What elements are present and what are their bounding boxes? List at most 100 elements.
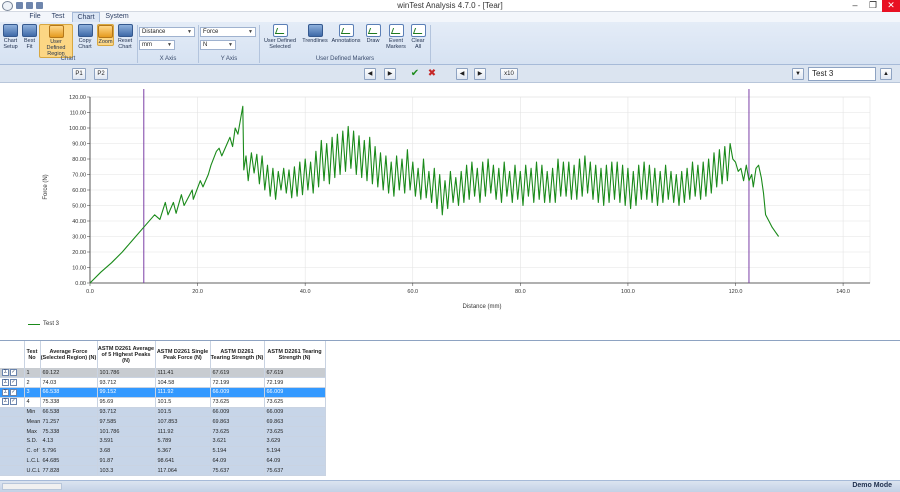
cell-test-no: 1 [24,368,41,379]
stat-cell: 3.621 [210,436,265,447]
stat-row: Min 66.538 93.712 101.5 66.009 66.009 [0,407,326,418]
y-tick-label: 10.00 [72,266,86,272]
y-tick-label: 30.00 [72,235,86,241]
p2-button[interactable]: P2 [94,68,108,80]
horizontal-scrollbar[interactable] [2,483,62,490]
markers-group-label: User Defined Markers [315,56,375,62]
tab-chart[interactable]: Chart [72,12,100,22]
user-defined-selected-button[interactable]: User Defined Selected [261,24,299,50]
x-tick-label: 140.0 [836,289,850,295]
draw-button[interactable]: Draw [363,24,383,44]
zoom-button[interactable]: Zoom [97,24,114,46]
chart-setup-icon [3,24,18,37]
sigma-icon[interactable]: Σ [2,378,9,386]
x-axis-quantity-select[interactable]: Distance ▼ [139,27,195,37]
stat-cell: 73.625 [210,426,265,438]
column-header-tearing-strength-2[interactable]: ASTM D2261 Tearing Strength (N) [264,341,326,368]
column-header-single-peak[interactable]: ASTM D2261 Single Peak Force (N) [155,341,211,368]
column-header-average-force[interactable]: Average Force (Selected Region) (N) [40,341,98,368]
chart-setup-button[interactable]: Chart Setup [2,24,19,50]
column-header-avg-5-peaks[interactable]: ASTM D2261 Average of 5 Highest Peaks (N… [97,341,156,368]
stat-cell: 66.009 [264,407,326,418]
p1-button[interactable]: P1 [72,68,86,80]
x-axis-unit-select[interactable]: mm ▼ [139,40,175,50]
x-tick-label: 0.0 [86,289,94,295]
test-select-up-button[interactable]: ▲ [880,68,892,80]
stat-cell: 66.009 [210,407,265,418]
event-markers-label: Event Markers [386,38,406,50]
copy-chart-label: Copy Chart [78,38,92,50]
tab-system[interactable]: System [102,12,132,22]
table-row[interactable]: Σ ✓ 4 75.338 95.69 101.5 73.625 73.625 [0,397,326,408]
stat-row: L.C.L. 64.685 91.87 98.641 64.09 64.09 [0,456,326,467]
copy-chart-button[interactable]: Copy Chart [75,24,95,50]
test-select-dropdown-button[interactable]: ▼ [792,68,804,80]
y-axis-quantity-select[interactable]: Force ▼ [200,27,256,37]
chevron-down-icon: ▼ [228,42,233,48]
chevron-down-icon: ▼ [795,71,801,77]
stat-label: L.C.L. [24,456,41,467]
trendlines-label: Trendlines [302,38,328,44]
minimize-button[interactable]: – [846,0,864,12]
step-forward-button[interactable]: ▶ [474,68,486,80]
restore-button[interactable]: ❐ [864,0,882,12]
stat-cell: 77.828 [40,465,98,477]
y-axis-unit-select[interactable]: N ▼ [200,40,236,50]
sigma-icon[interactable]: Σ [2,388,9,396]
stat-row-blank [0,456,25,467]
tab-test[interactable]: Test [46,12,70,22]
table-row[interactable]: Σ ✓ 2 74.03 93.712 104.58 72.199 72.199 [0,377,326,389]
table-cell: 66.538 [40,387,98,398]
user-defined-region-button[interactable]: User Defined Region [39,24,73,58]
chart-setup-label: Chart Setup [3,38,18,50]
clear-all-label: Clear All [411,38,425,50]
annotations-button[interactable]: Annotations [331,24,361,44]
column-header-tearing-strength-1[interactable]: ASTM D2261 Tearing Strength (N) [210,341,265,368]
include-checkbox-icon[interactable]: ✓ [10,368,17,376]
x10-button[interactable]: x10 [500,68,518,80]
reset-chart-button[interactable]: Reset Chart [116,24,134,50]
stat-row: Max 75.338 101.786 111.92 73.625 73.625 [0,426,326,438]
test-select-input[interactable]: Test 3 [808,67,876,81]
clear-all-button[interactable]: Clear All [409,24,427,50]
table-cell: 72.199 [264,377,326,389]
table-cell: 75.338 [40,397,98,408]
y-axis-quantity-value: Force [203,29,219,35]
prev-point-button[interactable]: ◀ [364,68,376,80]
trendlines-button[interactable]: Trendlines [301,24,329,44]
reject-cross-icon[interactable]: ✖ [426,68,438,80]
x-tick-label: 100.0 [621,289,635,295]
sigma-icon[interactable]: Σ [2,398,9,406]
include-checkbox-icon[interactable]: ✓ [10,398,17,406]
draw-label: Draw [366,38,380,44]
y-tick-label: 20.00 [72,250,86,256]
step-back-button[interactable]: ◀ [456,68,468,80]
table-row[interactable]: Σ ✓ 3 66.538 99.152 111.92 66.009 66.009 [0,387,326,398]
sigma-icon[interactable]: Σ [2,368,9,376]
tab-file[interactable]: File [24,12,46,22]
y-tick-label: 70.00 [72,173,86,179]
table-row[interactable]: Σ ✓ 1 69.122 101.786 111.41 67.619 67.619 [0,368,326,379]
include-checkbox-icon[interactable]: ✓ [10,388,17,396]
cell-test-no: 2 [24,377,41,389]
best-fit-button[interactable]: Best Fit [21,24,38,50]
include-checkbox-icon[interactable]: ✓ [10,378,17,386]
column-header-test-no[interactable]: Test No [24,341,41,368]
row-controls: Σ ✓ [0,397,25,408]
title-bar: winTest Analysis 4.7.0 - [Tear] – ❐ ✕ [0,0,900,12]
chevron-right-icon: ▶ [477,71,483,77]
stat-cell: 66.538 [40,407,98,418]
stat-cell: 5.367 [155,446,211,457]
user-defined-selected-label: User Defined Selected [263,38,297,50]
ribbon-tab-bar: File Test Chart System [0,12,900,22]
status-mode: Demo Mode [852,482,892,489]
y-tick-label: 120.00 [69,95,86,101]
accept-check-icon[interactable]: ✔ [409,68,421,80]
close-button[interactable]: ✕ [882,0,900,12]
force-distance-chart[interactable]: 0.00 10.00 20.00 30.00 40.00 50.00 60.00 70.00 8… [0,83,900,338]
next-point-button[interactable]: ▶ [384,68,396,80]
event-markers-button[interactable]: Event Markers [385,24,407,50]
results-table: Test No Average Force (Selected Region) … [0,341,326,477]
stat-cell: 75.338 [40,426,98,438]
results-panel: Test No Average Force (Selected Region) … [0,340,900,480]
